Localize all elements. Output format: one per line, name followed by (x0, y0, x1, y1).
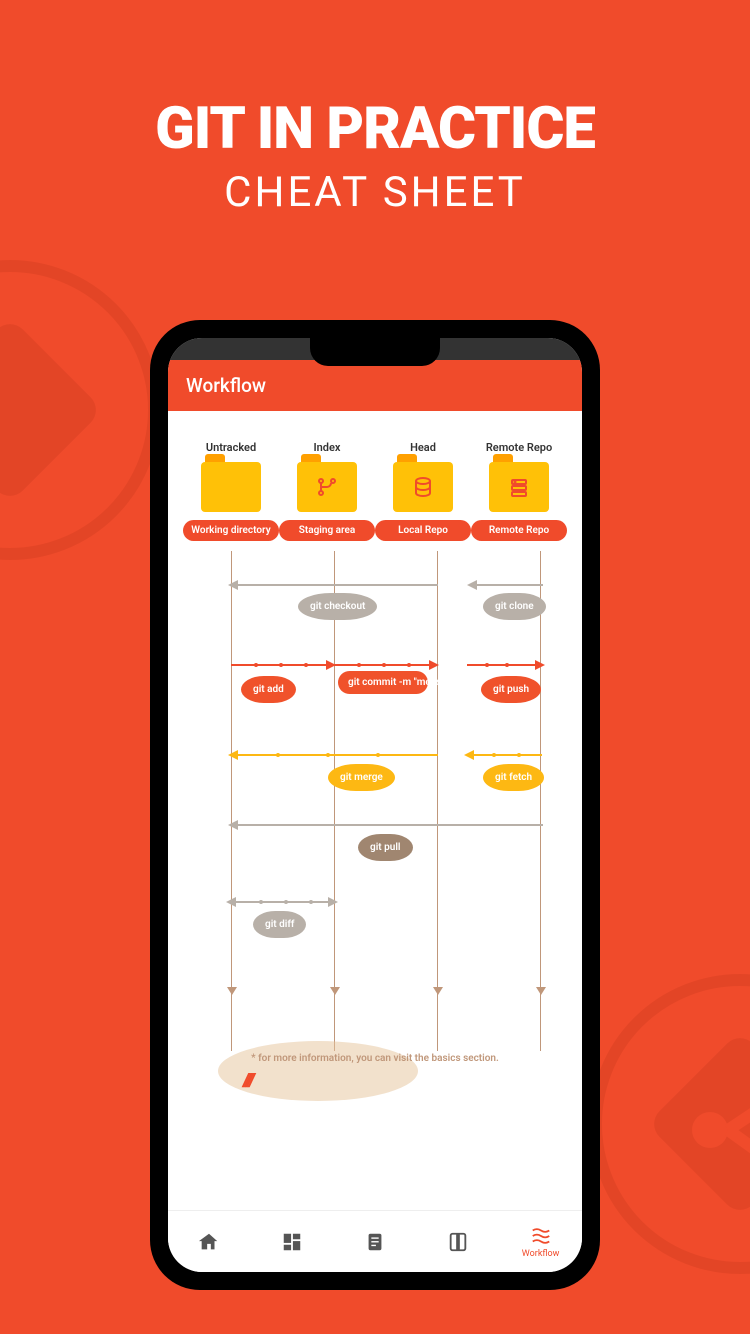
column-badge: Working directory (183, 520, 279, 541)
main-title: GIT IN PRACTICE (0, 95, 750, 163)
folder-icon (297, 462, 357, 512)
git-merge: git merge (328, 764, 395, 791)
git-commit: git commit -m "message" (338, 671, 428, 694)
column-label: Remote Repo (471, 441, 567, 454)
column-label: Index (279, 441, 375, 454)
arrow-right-icon (231, 659, 336, 671)
git-pull: git pull (358, 834, 413, 861)
footer-note: * for more information, you can visit th… (208, 1046, 542, 1091)
nav-dashboard[interactable] (251, 1211, 334, 1272)
column-working: Untracked Working directory (183, 441, 279, 541)
folder-icon (201, 462, 261, 512)
git-fetch: git fetch (483, 764, 544, 791)
folder-icon (489, 462, 549, 512)
note-text: * for more information, you can visit th… (251, 1053, 499, 1064)
arrow-left-icon (464, 749, 542, 761)
phone-frame: Workflow Untracked Working directory Ind… (150, 320, 600, 1290)
git-clone: git clone (483, 593, 546, 620)
column-badge: Remote Repo (471, 520, 567, 541)
column-badge: Local Repo (375, 520, 471, 541)
nav-label: Workflow (522, 1249, 560, 1259)
arrow-left-icon (228, 749, 438, 761)
page-header: GIT IN PRACTICE CHEAT SHEET (0, 0, 750, 217)
vertical-line (437, 551, 438, 1051)
arrow-left-icon (467, 579, 543, 591)
subtitle: CHEAT SHEET (0, 168, 750, 217)
column-local: Head Local Repo (375, 441, 471, 541)
phone-screen: Workflow Untracked Working directory Ind… (168, 338, 582, 1272)
app-bar: Workflow (168, 360, 582, 411)
workflow-columns: Untracked Working directory Index Stagin… (168, 411, 582, 541)
column-badge: Staging area (279, 520, 375, 541)
nav-workflow[interactable]: Workflow (499, 1211, 582, 1272)
phone-notch (310, 338, 440, 366)
bottom-nav: Workflow (168, 1210, 582, 1272)
nav-book[interactable] (416, 1211, 499, 1272)
column-staging: Index Staging area (279, 441, 375, 541)
arrow-right-icon (467, 659, 545, 671)
workflow-diagram: git checkout git clone git add git commi… (168, 551, 582, 1111)
git-add: git add (241, 676, 296, 703)
app-content[interactable]: Untracked Working directory Index Stagin… (168, 411, 582, 1231)
app-bar-title: Workflow (186, 374, 266, 397)
arrow-right-icon (334, 659, 439, 671)
vertical-line (334, 551, 335, 1051)
arrow-bidir-icon (226, 896, 338, 908)
folder-icon (393, 462, 453, 512)
nav-home[interactable] (168, 1211, 251, 1272)
vertical-line (540, 551, 541, 1051)
decorative-marks: //// (208, 1070, 542, 1091)
arrow-left-icon (228, 579, 438, 591)
arrow-left-icon (228, 819, 543, 831)
column-label: Untracked (183, 441, 279, 454)
column-remote: Remote Repo Remote Repo (471, 441, 567, 541)
git-checkout: git checkout (298, 593, 377, 620)
git-push: git push (481, 676, 541, 703)
nav-docs[interactable] (334, 1211, 417, 1272)
column-label: Head (375, 441, 471, 454)
git-diff: git diff (253, 911, 306, 938)
vertical-line (231, 551, 232, 1051)
